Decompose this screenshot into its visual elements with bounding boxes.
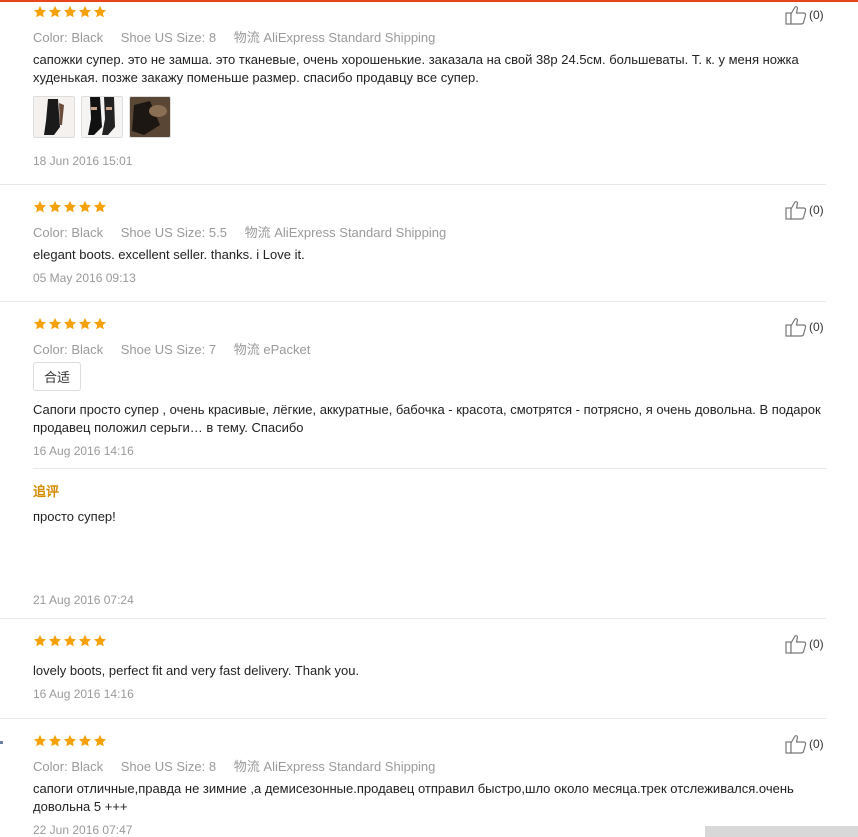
star-icon: [93, 200, 107, 214]
review-divider: [0, 301, 826, 302]
logistics-value: AliExpress Standard Shipping: [263, 30, 436, 45]
star-icon: [78, 317, 92, 331]
review-photo-1[interactable]: [33, 96, 75, 138]
like-button[interactable]: (0): [785, 634, 824, 654]
review-divider: [0, 718, 826, 719]
review-date: 05 May 2016 09:13: [33, 271, 136, 285]
star-icon: [78, 5, 92, 19]
review-tag: 合适: [33, 362, 82, 391]
color-label: Color:: [33, 30, 68, 45]
like-button[interactable]: (0): [785, 734, 824, 754]
thumbs-up-icon: [785, 634, 807, 654]
color-label: Color:: [33, 759, 68, 774]
thumbs-up-icon: [785, 200, 807, 220]
color-value: Black: [71, 225, 104, 240]
logistics-label: 物流: [233, 759, 260, 774]
star-icon: [48, 317, 62, 331]
color-label: Color:: [33, 342, 68, 357]
size-label: Shoe US Size:: [120, 342, 206, 357]
like-count: (0): [809, 320, 824, 334]
star-icon: [93, 5, 107, 19]
star-icon: [63, 5, 77, 19]
left-edge-marker: [0, 741, 3, 744]
like-button[interactable]: (0): [785, 5, 824, 25]
star-icon: [63, 634, 77, 648]
review-attributes: Color: Black Shoe US Size: 7 物流 ePacket: [33, 339, 324, 358]
thumbs-up-icon: [785, 317, 807, 337]
color-value: Black: [71, 30, 104, 45]
star-rating: [33, 317, 107, 331]
star-icon: [33, 734, 47, 748]
star-rating: [33, 200, 107, 214]
like-count: (0): [809, 8, 824, 22]
logistics-label: 物流: [233, 30, 260, 45]
like-button[interactable]: (0): [785, 317, 824, 337]
like-count: (0): [809, 737, 824, 751]
review-divider: [0, 618, 826, 619]
review-photo-3[interactable]: [129, 96, 171, 138]
star-icon: [78, 200, 92, 214]
star-icon: [48, 5, 62, 19]
color-value: Black: [71, 759, 104, 774]
review-attributes: Color: Black Shoe US Size: 8 物流 AliExpre…: [33, 756, 449, 775]
star-rating: [33, 5, 107, 19]
review-text: сапожки супер. это не замша. это тканевы…: [33, 52, 799, 85]
star-icon: [78, 734, 92, 748]
star-icon: [33, 317, 47, 331]
size-label: Shoe US Size:: [120, 30, 206, 45]
star-icon: [33, 200, 47, 214]
horizontal-scrollbar[interactable]: [705, 826, 858, 837]
additional-review-label: 追评: [33, 484, 60, 499]
star-icon: [93, 634, 107, 648]
star-icon: [78, 634, 92, 648]
star-icon: [48, 734, 62, 748]
star-icon: [63, 200, 77, 214]
logistics-value: AliExpress Standard Shipping: [274, 225, 447, 240]
review-date: 18 Jun 2016 15:01: [33, 154, 133, 168]
size-label: Shoe US Size:: [120, 225, 206, 240]
like-count: (0): [809, 203, 824, 217]
thumbs-up-icon: [785, 734, 807, 754]
star-icon: [63, 317, 77, 331]
review-date: 16 Aug 2016 14:16: [33, 687, 134, 701]
logistics-value: ePacket: [263, 342, 311, 357]
logistics-label: 物流: [244, 225, 271, 240]
review-date: 16 Aug 2016 14:16: [33, 444, 134, 458]
review-photos: [33, 96, 171, 138]
review-text: lovely boots, perfect fit and very fast …: [33, 663, 360, 678]
size-value: 7: [208, 342, 217, 357]
star-icon: [48, 200, 62, 214]
additional-review-date: 21 Aug 2016 07:24: [33, 593, 134, 607]
size-value: 8: [208, 759, 217, 774]
review-date: 22 Jun 2016 07:47: [33, 823, 133, 837]
logistics-value: AliExpress Standard Shipping: [263, 759, 436, 774]
star-icon: [33, 5, 47, 19]
top-accent-bar: [0, 0, 858, 2]
additional-review-divider: [33, 468, 826, 469]
star-icon: [93, 317, 107, 331]
size-value: 5.5: [208, 225, 227, 240]
logistics-label: 物流: [233, 342, 260, 357]
thumbs-up-icon: [785, 5, 807, 25]
like-button[interactable]: (0): [785, 200, 824, 220]
star-icon: [63, 734, 77, 748]
review-attributes: Color: Black Shoe US Size: 5.5 物流 AliExp…: [33, 222, 460, 241]
star-icon: [33, 634, 47, 648]
star-icon: [93, 734, 107, 748]
star-rating: [33, 734, 107, 748]
size-label: Shoe US Size:: [120, 759, 206, 774]
like-count: (0): [809, 637, 824, 651]
review-text: elegant boots. excellent seller. thanks.…: [33, 247, 305, 262]
review-photo-2[interactable]: [81, 96, 123, 138]
size-value: 8: [208, 30, 217, 45]
color-label: Color:: [33, 225, 68, 240]
review-text: сапоги отличные,правда не зимние ,а деми…: [33, 781, 794, 814]
color-value: Black: [71, 342, 104, 357]
review-attributes: Color: Black Shoe US Size: 8 物流 AliExpre…: [33, 27, 449, 46]
review-text: Сапоги просто супер , очень красивые, лё…: [33, 402, 821, 435]
star-icon: [48, 634, 62, 648]
star-rating: [33, 634, 107, 648]
review-divider: [0, 184, 826, 185]
additional-review-text: просто супер!: [33, 509, 116, 524]
